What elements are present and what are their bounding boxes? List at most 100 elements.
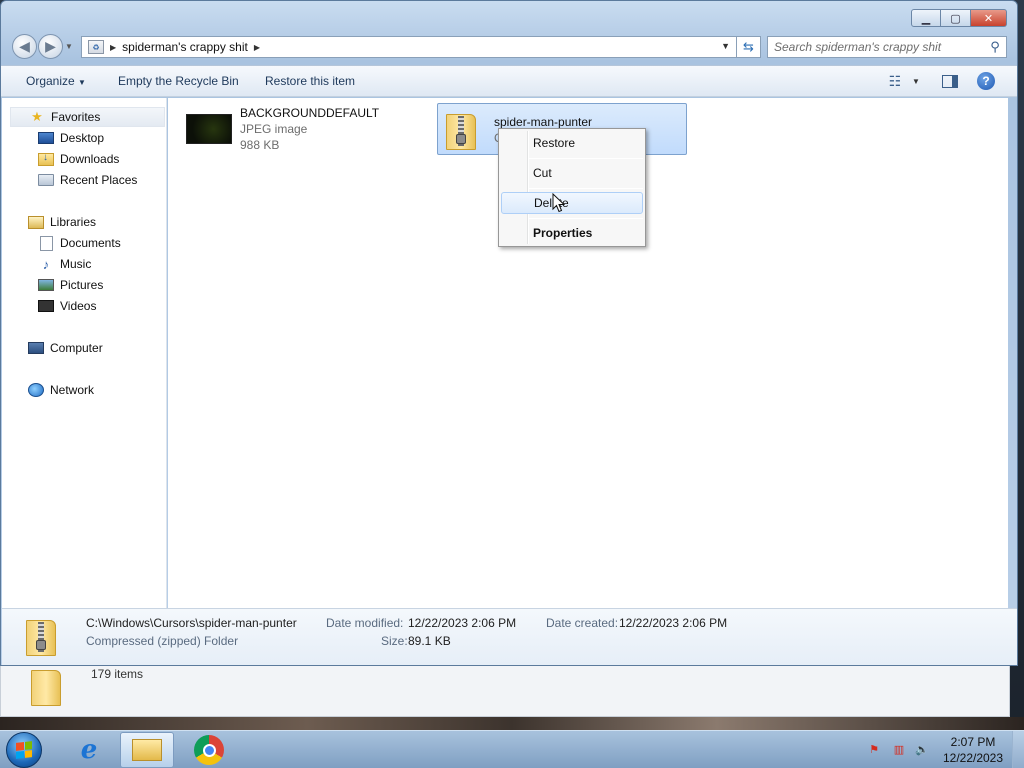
navigation-pane: ★ Favorites Desktop Downloads Recent Pla…: [2, 98, 167, 608]
nav-item-videos[interactable]: Videos: [38, 297, 96, 315]
nav-label: Music: [60, 257, 92, 271]
system-clock[interactable]: 2:07 PM 12/22/2023: [940, 734, 1006, 766]
recent-pages-dropdown[interactable]: ▼: [65, 42, 73, 51]
recent-places-icon: [38, 173, 54, 187]
downloads-icon: [38, 152, 54, 166]
help-icon[interactable]: ?: [976, 72, 996, 90]
nav-item-desktop[interactable]: Desktop: [38, 129, 104, 147]
explorer-window[interactable]: ▁ ▢ ✕ ◀ ▶ ▼ ♻ ▶ spiderman's crappy shit …: [0, 0, 1018, 666]
nav-label: Recent Places: [60, 173, 138, 187]
context-menu-restore[interactable]: Restore: [501, 132, 643, 154]
menu-separator: [529, 158, 643, 159]
desktop-icon: [38, 131, 54, 145]
nav-item-computer[interactable]: Computer: [28, 339, 103, 357]
windows-logo-icon: [16, 741, 32, 759]
taskbar-internet-explorer[interactable]: e: [62, 732, 116, 768]
change-view-icon[interactable]: ☷: [885, 72, 905, 90]
music-note-icon: ♪: [42, 256, 50, 272]
navigation-row: ◀ ▶ ▼ ♻ ▶ spiderman's crappy shit ▶ ▼ ⇆ …: [9, 34, 1009, 60]
videos-icon: [38, 299, 54, 313]
nav-item-libraries[interactable]: Libraries: [28, 213, 96, 231]
refresh-button[interactable]: ⇆: [737, 36, 761, 58]
nav-label: Network: [50, 383, 95, 397]
chrome-icon: [194, 735, 224, 765]
zip-folder-icon: [26, 616, 60, 656]
address-dropdown-icon[interactable]: ▼: [721, 41, 730, 51]
folder-icon: [31, 666, 65, 706]
breadcrumb-location[interactable]: spiderman's crappy shit: [122, 40, 248, 54]
forward-button[interactable]: ▶: [38, 34, 63, 59]
nav-label: Libraries: [50, 215, 97, 229]
maximize-button[interactable]: ▢: [941, 9, 971, 27]
empty-recycle-bin-button[interactable]: Empty the Recycle Bin: [118, 74, 239, 88]
nav-label: Videos: [60, 299, 97, 313]
command-bar: Organize ▼ Empty the Recycle Bin Restore…: [1, 65, 1017, 97]
taskbar-windows-explorer[interactable]: [120, 732, 174, 768]
pictures-icon: [38, 278, 54, 292]
computer-icon: [28, 341, 44, 355]
file-size: 988 KB: [240, 138, 280, 152]
breadcrumb-arrow-icon[interactable]: ▶: [254, 43, 260, 52]
details-path: C:\Windows\Cursors\spider-man-punter: [86, 616, 297, 630]
nav-label: Computer: [50, 341, 103, 355]
context-menu-delete[interactable]: Delete: [501, 192, 643, 214]
nav-label: Documents: [60, 236, 121, 250]
nav-item-downloads[interactable]: Downloads: [38, 150, 119, 168]
close-button[interactable]: ✕: [971, 9, 1007, 27]
breadcrumb-arrow-icon[interactable]: ▶: [110, 43, 116, 52]
details-modified-label: Date modified:: [326, 616, 404, 630]
search-box[interactable]: ⚲: [767, 36, 1007, 58]
nav-item-favorites[interactable]: ★ Favorites: [10, 107, 165, 127]
folder-icon: [132, 739, 162, 761]
back-arrow-icon: ◀: [19, 38, 30, 54]
details-created-label: Date created:: [546, 616, 619, 630]
view-dropdown-icon[interactable]: ▼: [912, 77, 920, 86]
clock-date: 12/22/2023: [942, 751, 1004, 765]
details-created: 12/22/2023 2:06 PM: [619, 616, 728, 630]
wallpaper-strip: [0, 717, 1024, 730]
start-button[interactable]: [6, 732, 42, 768]
details-modified: 12/22/2023 2:06 PM: [408, 616, 517, 630]
image-thumbnail: [186, 114, 232, 144]
back-button[interactable]: ◀: [12, 34, 37, 59]
file-type: JPEG image: [240, 122, 308, 136]
chevron-down-icon: ▼: [78, 78, 86, 87]
item-count: 179 items: [91, 667, 144, 681]
menu-separator: [529, 188, 643, 189]
nav-item-pictures[interactable]: Pictures: [38, 276, 103, 294]
taskbar-chrome[interactable]: [182, 732, 236, 768]
nav-label: Desktop: [60, 131, 105, 145]
menu-separator: [529, 218, 643, 219]
search-input[interactable]: [774, 40, 984, 54]
organize-label: Organize: [26, 74, 75, 88]
mouse-pointer-icon: [552, 193, 566, 213]
context-menu-cut[interactable]: Cut: [501, 162, 643, 184]
search-icon[interactable]: ⚲: [984, 39, 1006, 55]
show-desktop-button[interactable]: [1012, 731, 1024, 768]
zip-folder-icon: [446, 110, 480, 150]
network-status-icon[interactable]: ▥: [891, 741, 907, 757]
file-name: BACKGROUNDDEFAULT: [240, 106, 380, 120]
file-name: spider-man-punter: [494, 115, 593, 129]
details-kind: Compressed (zipped) Folder: [86, 634, 239, 648]
context-menu-properties[interactable]: Properties: [501, 222, 643, 244]
libraries-icon: [28, 215, 44, 229]
nav-item-documents[interactable]: Documents: [38, 234, 121, 252]
internet-explorer-icon: e: [80, 735, 98, 765]
details-size-label: Size:: [381, 634, 408, 648]
nav-item-network[interactable]: Network: [28, 381, 94, 399]
restore-item-button[interactable]: Restore this item: [265, 74, 355, 88]
nav-label: Favorites: [51, 110, 101, 124]
network-icon: [28, 383, 44, 397]
volume-muted-icon[interactable]: 🔈: [914, 741, 930, 757]
minimize-button[interactable]: ▁: [911, 9, 941, 27]
documents-icon: [38, 235, 54, 251]
action-center-icon[interactable]: ⚑: [866, 741, 882, 757]
star-icon: ★: [31, 109, 43, 124]
address-bar[interactable]: ♻ ▶ spiderman's crappy shit ▶ ▼: [81, 36, 737, 58]
nav-item-recent-places[interactable]: Recent Places: [38, 171, 137, 189]
preview-pane-icon[interactable]: [940, 72, 960, 90]
file-item[interactable]: BACKGROUNDDEFAULT JPEG image 988 KB: [186, 104, 436, 154]
organize-button[interactable]: Organize ▼: [26, 74, 86, 88]
nav-item-music[interactable]: ♪ Music: [38, 255, 92, 273]
